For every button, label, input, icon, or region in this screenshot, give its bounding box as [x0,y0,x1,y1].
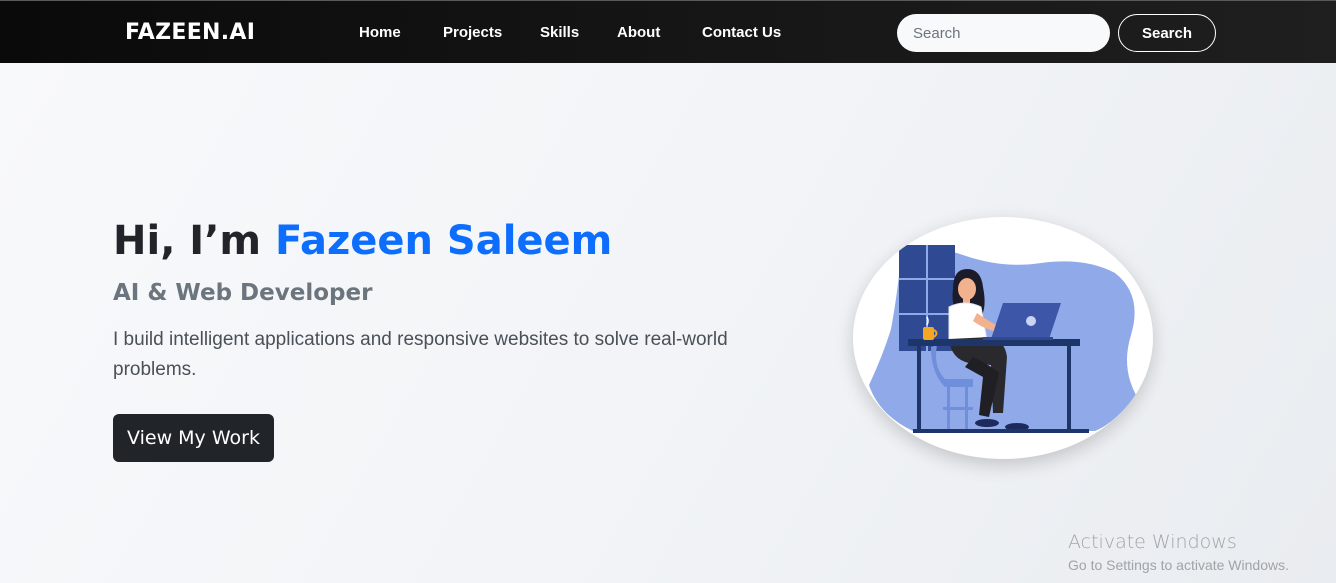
search-button[interactable]: Search [1118,14,1216,52]
hero-title-prefix: Hi, I’m [113,218,275,264]
illustration-graphic [869,245,1136,433]
watermark-subtitle: Go to Settings to activate Windows. [1068,557,1289,573]
activate-windows-watermark: Activate Windows Go to Settings to activ… [1068,531,1289,573]
mug-shape [923,327,934,340]
brand-logo[interactable]: FAZEEN.AI [125,20,255,45]
nav-link-about[interactable]: About [617,24,660,41]
developer-at-desk-illustration [853,217,1153,459]
hero-description: I build intelligent applications and res… [113,329,728,380]
hero-subtitle: AI & Web Developer [113,280,373,306]
nav-link-home[interactable]: Home [359,24,401,41]
hero-title: Hi, I’m Fazeen Saleem [113,218,612,264]
search-input[interactable] [897,14,1110,52]
hero-section: Hi, I’m Fazeen Saleem AI & Web Developer… [0,63,1336,583]
hero-title-name: Fazeen Saleem [275,218,613,264]
desk-top [908,339,1080,346]
navbar: FAZEEN.AI Home Projects Skills About Con… [0,0,1336,63]
nav-link-contact[interactable]: Contact Us [702,24,781,41]
view-my-work-button[interactable]: View My Work [113,414,274,462]
watermark-title: Activate Windows [1068,531,1237,553]
nav-link-skills[interactable]: Skills [540,24,579,41]
nav-link-projects[interactable]: Projects [443,24,502,41]
